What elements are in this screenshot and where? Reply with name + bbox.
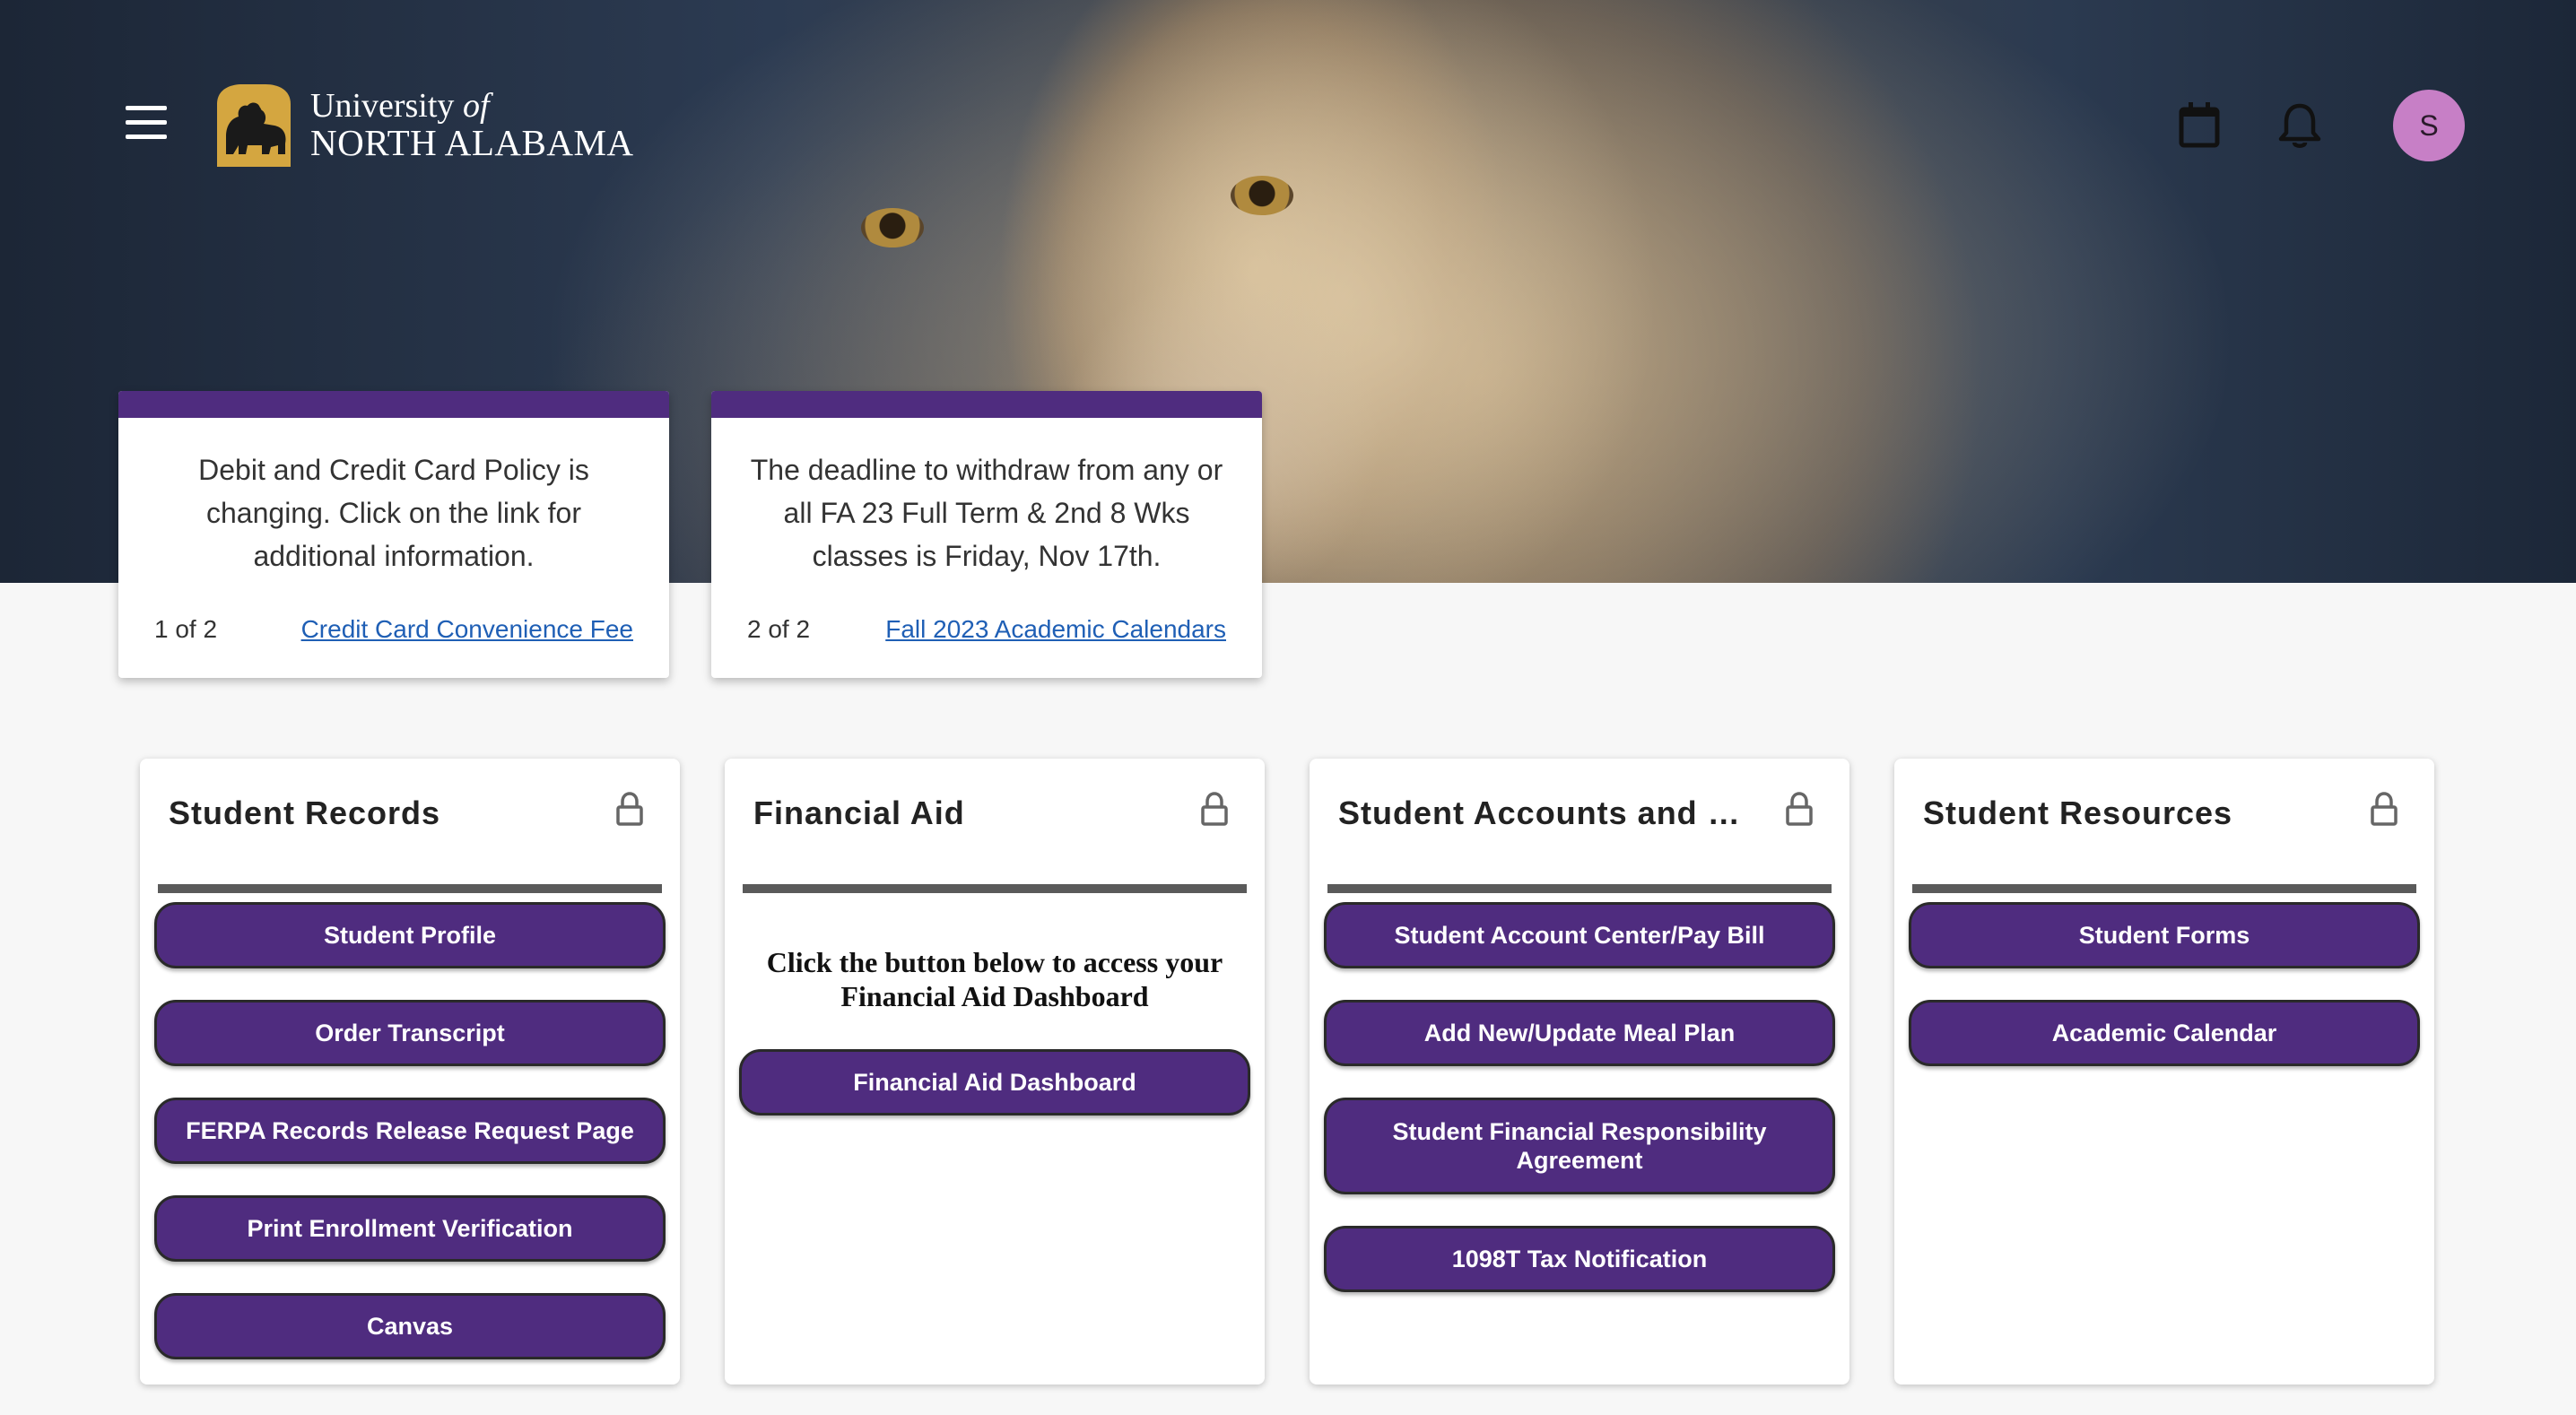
card-title: Student Accounts and M...	[1338, 794, 1760, 831]
order-transcript-button[interactable]: Order Transcript	[154, 1000, 666, 1066]
card-title: Financial Aid	[753, 794, 965, 831]
card-divider	[1327, 884, 1832, 893]
announcement-counter: 2 of 2	[747, 615, 811, 643]
announcement-message: Debit and Credit Card Policy is changing…	[198, 454, 589, 572]
logo-line2: NORTH ALABAMA	[310, 121, 634, 163]
student-accounts-card: Student Accounts and M... Student Accoun…	[1310, 759, 1849, 1385]
menu-icon[interactable]	[126, 106, 167, 142]
announcement-card-1: Debit and Credit Card Policy is changing…	[118, 391, 669, 678]
user-avatar[interactable]: S	[2393, 90, 2465, 161]
university-logo[interactable]: University of NORTH ALABAMA	[212, 82, 634, 167]
logo-line1-italic: of	[462, 86, 490, 125]
bell-icon[interactable]	[2273, 99, 2327, 152]
account-center-pay-bill-button[interactable]: Student Account Center/Pay Bill	[1324, 902, 1835, 968]
student-records-card: Student Records Student Profile Order Tr…	[140, 759, 680, 1385]
top-navigation-bar: University of NORTH ALABAMA S	[0, 0, 2576, 251]
announcement-link[interactable]: Credit Card Convenience Fee	[301, 615, 633, 644]
financial-aid-dashboard-button[interactable]: Financial Aid Dashboard	[739, 1049, 1250, 1116]
announcement-link[interactable]: Fall 2023 Academic Calendars	[885, 615, 1226, 644]
lock-icon[interactable]	[1198, 791, 1231, 827]
tax-notification-button[interactable]: 1098T Tax Notification	[1324, 1226, 1835, 1292]
canvas-button[interactable]: Canvas	[154, 1293, 666, 1359]
card-divider	[1912, 884, 2416, 893]
card-title: Student Resources	[1923, 794, 2233, 831]
announcement-counter: 1 of 2	[154, 615, 218, 643]
card-divider	[158, 884, 662, 893]
announcement-header-bar	[711, 391, 1262, 418]
print-enrollment-verification-button[interactable]: Print Enrollment Verification	[154, 1195, 666, 1262]
announcement-message: The deadline to withdraw from any or all…	[750, 454, 1223, 572]
lock-icon[interactable]	[614, 791, 646, 827]
lion-logo-icon	[217, 84, 291, 167]
calendar-icon[interactable]	[2172, 99, 2226, 152]
announcement-card-2: The deadline to withdraw from any or all…	[711, 391, 1262, 678]
financial-responsibility-agreement-button[interactable]: Student Financial Responsibility Agreeme…	[1324, 1098, 1835, 1194]
academic-calendar-button[interactable]: Academic Calendar	[1909, 1000, 2420, 1066]
announcement-header-bar	[118, 391, 669, 418]
ferpa-release-button[interactable]: FERPA Records Release Request Page	[154, 1098, 666, 1164]
student-forms-button[interactable]: Student Forms	[1909, 902, 2420, 968]
lock-icon[interactable]	[1783, 791, 1815, 827]
lock-icon[interactable]	[2368, 791, 2400, 827]
card-divider	[743, 884, 1247, 893]
logo-wordmark: University of NORTH ALABAMA	[310, 89, 634, 161]
card-title: Student Records	[169, 794, 441, 831]
meal-plan-button[interactable]: Add New/Update Meal Plan	[1324, 1000, 1835, 1066]
logo-line1: University	[310, 86, 463, 125]
financial-aid-card: Financial Aid Click the button below to …	[725, 759, 1265, 1385]
student-resources-card: Student Resources Student Forms Academic…	[1894, 759, 2434, 1385]
student-profile-button[interactable]: Student Profile	[154, 902, 666, 968]
financial-aid-instruction: Click the button below to access your Fi…	[766, 946, 1223, 1012]
